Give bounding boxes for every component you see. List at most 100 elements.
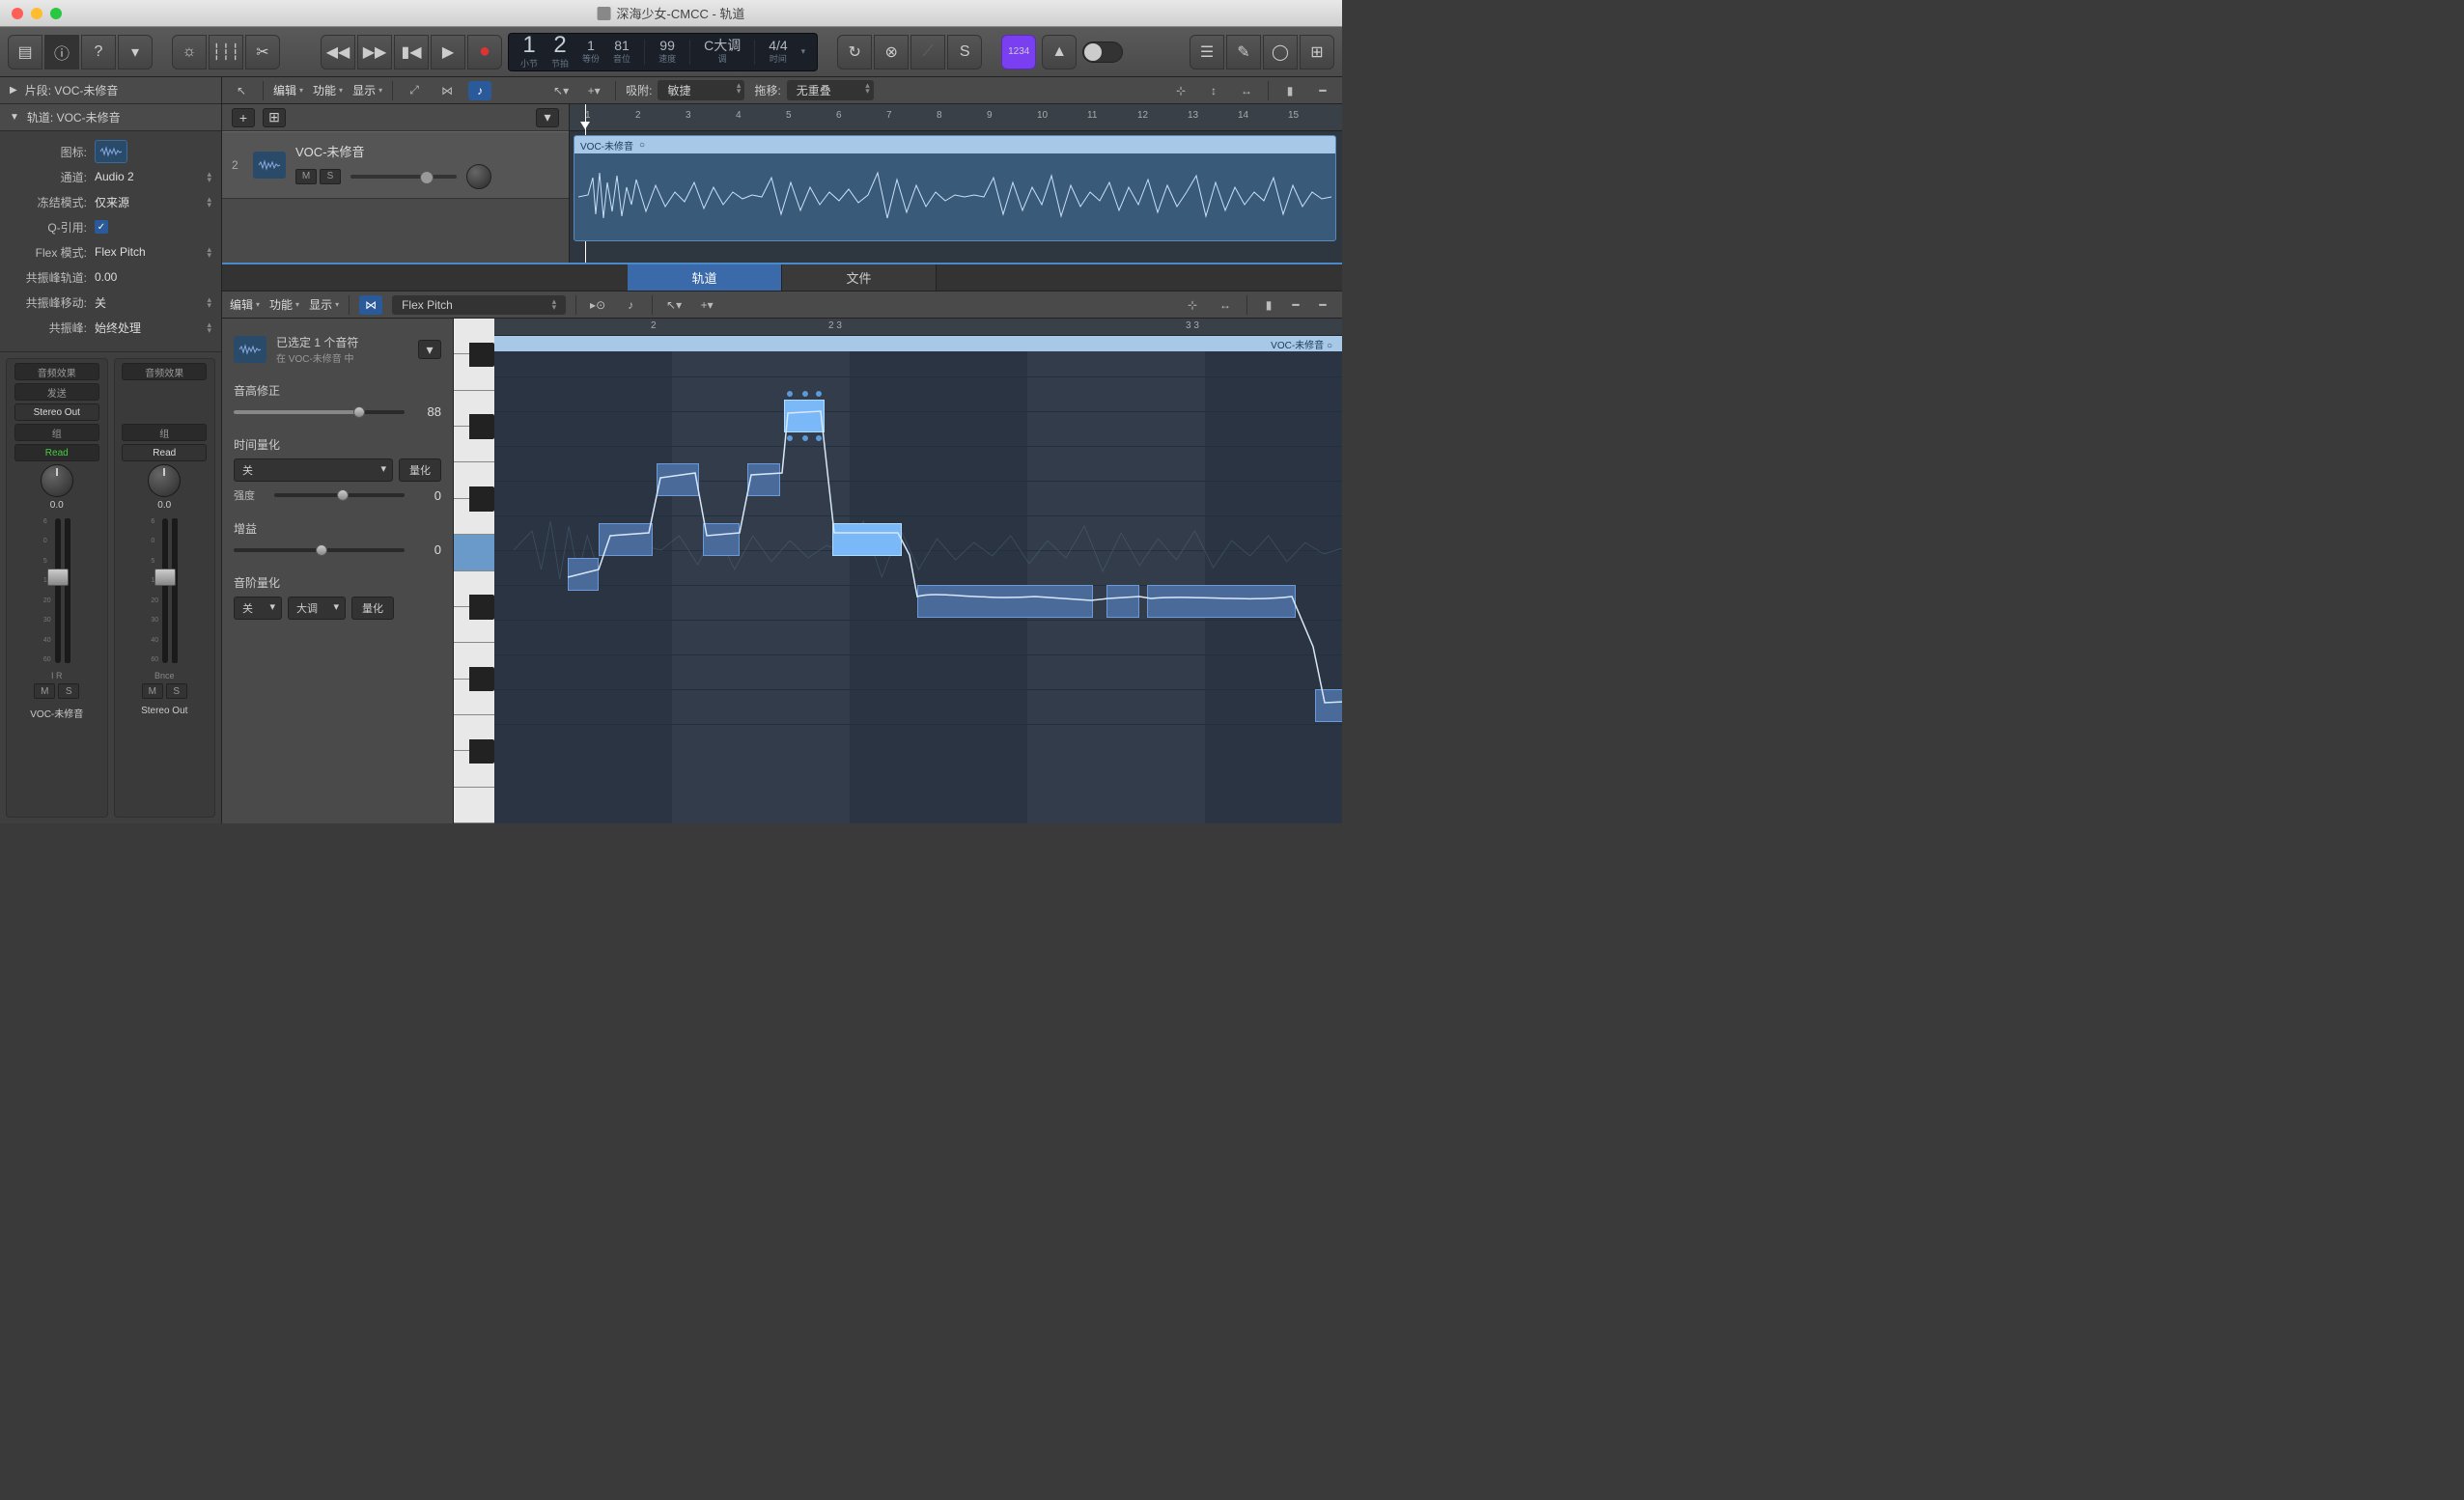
midi-out-icon[interactable]: ▸⊙ [586, 295, 609, 315]
editor-functions-menu[interactable]: 功能 [269, 296, 299, 313]
minimize-button[interactable] [31, 8, 42, 19]
maximize-button[interactable] [50, 8, 62, 19]
editor-edit-menu[interactable]: 编辑 [230, 296, 260, 313]
volume-fader[interactable] [55, 518, 61, 663]
library-button[interactable]: ▤ [8, 35, 42, 69]
region-header[interactable]: ▶ 片段: VOC-未修音 [0, 77, 221, 104]
mute-button[interactable]: M [34, 683, 55, 699]
snap-value[interactable]: 敏捷▴▾ [658, 80, 744, 100]
solo-button[interactable]: S [947, 35, 982, 69]
track-header[interactable]: ▼ 轨道: VOC-未修音 [0, 104, 221, 131]
mixer-button[interactable]: ┆┆┆ [209, 35, 243, 69]
channel-value[interactable]: Audio 2▴▾ [95, 170, 211, 183]
editor-region-header[interactable]: VOC-未修音 ○ [494, 336, 1342, 351]
edit-menu[interactable]: 编辑 [273, 82, 303, 98]
browsers-button[interactable]: ⊞ [1300, 35, 1334, 69]
forward-button[interactable]: ▶▶ [357, 35, 392, 69]
play-button[interactable]: ▶ [431, 35, 465, 69]
send-slot[interactable]: 发送 [14, 383, 99, 401]
metronome-button[interactable]: ▲ [1042, 35, 1077, 69]
waveform-zoom-icon[interactable]: ⊹ [1181, 295, 1204, 315]
strength-value[interactable]: 0 [414, 488, 441, 503]
flex-note[interactable] [832, 523, 902, 556]
formant-value[interactable]: 始终处理▴▾ [95, 319, 211, 336]
gain-value[interactable]: 0 [414, 542, 441, 557]
scale-root-select[interactable]: 关▾ [234, 597, 282, 620]
track-mute[interactable]: M [295, 169, 317, 184]
inspector-button[interactable]: ⓘ [44, 35, 79, 69]
flex-note[interactable] [599, 523, 653, 556]
lcd-beats[interactable]: 2 [553, 34, 566, 57]
flex-note[interactable] [1147, 585, 1296, 618]
audiofx-slot[interactable]: 音频效果 [14, 363, 99, 380]
flex-icon[interactable]: ⋈ [359, 295, 382, 315]
track-header-row[interactable]: 2 VOC-未修音 MS [222, 131, 569, 199]
duplicate-track-button[interactable]: ⊞ [263, 108, 286, 127]
list-editors-button[interactable]: ☰ [1190, 35, 1224, 69]
group-slot[interactable]: 组 [14, 424, 99, 441]
pitch-correction-slider[interactable] [234, 410, 405, 414]
loops-button[interactable]: ◯ [1263, 35, 1298, 69]
bnce-label[interactable]: Bnce [154, 671, 175, 681]
hzoom-icon[interactable]: ↔ [1235, 81, 1258, 100]
automation-icon[interactable]: ⤢ [403, 81, 426, 100]
automation-mode[interactable]: Read [122, 444, 207, 461]
zoom-v-slider[interactable]: ▮ [1257, 295, 1280, 315]
pointer-tool-icon[interactable]: ↖ [230, 81, 253, 100]
note-grid[interactable]: 2 2 3 3 3 4 VOC-未修音 ○ [494, 319, 1342, 823]
rewind-button[interactable]: ◀◀ [321, 35, 355, 69]
formant-move-value[interactable]: 关▴▾ [95, 294, 211, 311]
strength-slider[interactable] [274, 493, 405, 497]
arrange-grid[interactable]: 1 2 3 4 5 6 7 8 9 10 11 12 13 14 15 [570, 104, 1342, 263]
solo-button[interactable]: S [166, 683, 187, 699]
qref-checkbox[interactable]: ✓ [95, 220, 108, 234]
pointer-tool[interactable]: ↖▾ [662, 295, 686, 315]
piano-roll[interactable]: C4 C3 2 [454, 319, 1342, 823]
lcd-sig[interactable]: 4/4 [769, 39, 787, 52]
gain-slider[interactable] [234, 548, 405, 552]
solo-button[interactable]: S [58, 683, 79, 699]
functions-menu[interactable]: 功能 [313, 82, 343, 98]
add-track-button[interactable]: + [232, 108, 255, 127]
lcd-bars[interactable]: 1 [522, 34, 535, 57]
flex-icon[interactable]: ⋈ [435, 81, 459, 100]
mute-button[interactable]: M [142, 683, 163, 699]
flex-note[interactable] [1315, 689, 1342, 722]
autoquantize-button[interactable]: ⟋ [910, 35, 945, 69]
pan-value[interactable]: 0.0 [157, 500, 171, 511]
pan-knob[interactable] [41, 464, 73, 497]
freeze-value[interactable]: 仅来源▴▾ [95, 194, 211, 210]
flex-note-selected[interactable] [784, 400, 825, 432]
flex-value[interactable]: Flex Pitch▴▾ [95, 245, 211, 259]
replace-button[interactable]: ⊗ [874, 35, 909, 69]
formant-track-value[interactable]: 0.00 [95, 270, 211, 284]
flex-note[interactable] [747, 463, 780, 496]
scale-type-select[interactable]: 大调▾ [288, 597, 346, 620]
flex-note[interactable] [1106, 585, 1139, 618]
pan-knob[interactable] [148, 464, 181, 497]
pan-value[interactable]: 0.0 [50, 500, 64, 511]
time-quantize-select[interactable]: 关▾ [234, 458, 393, 482]
flex-pitch-icon[interactable]: ♪ [468, 81, 491, 100]
cycle-button[interactable]: ↻ [837, 35, 872, 69]
bar-ruler[interactable]: 1 2 3 4 5 6 7 8 9 10 11 12 13 14 15 [570, 104, 1342, 131]
master-toggle[interactable] [1082, 42, 1123, 63]
flex-note[interactable] [568, 558, 599, 591]
pitch-correction-value[interactable]: 88 [414, 404, 441, 419]
scale-quantize-button[interactable]: 量化 [351, 597, 394, 620]
catch-icon[interactable]: ♪ [619, 295, 642, 315]
track-pan-knob[interactable] [466, 164, 491, 189]
audiofx-slot[interactable]: 音频效果 [122, 363, 207, 380]
record-button[interactable]: ● [467, 35, 502, 69]
track-volume-slider[interactable] [350, 175, 457, 179]
count-in-button[interactable]: 1234 [1001, 35, 1036, 69]
audio-region[interactable]: VOC-未修音○ [574, 135, 1336, 241]
drag-value[interactable]: 无重叠▴▾ [787, 80, 874, 100]
smart-controls-button[interactable]: ☼ [172, 35, 207, 69]
editor-ruler[interactable]: 2 2 3 3 3 4 [494, 319, 1342, 336]
global-tracks-button[interactable]: ▾ [536, 108, 559, 127]
stop-button[interactable]: ▮◀ [394, 35, 429, 69]
flex-note[interactable] [657, 463, 699, 496]
notepad-button[interactable]: ✎ [1226, 35, 1261, 69]
toolbar-toggle-button[interactable]: ▾ [118, 35, 153, 69]
